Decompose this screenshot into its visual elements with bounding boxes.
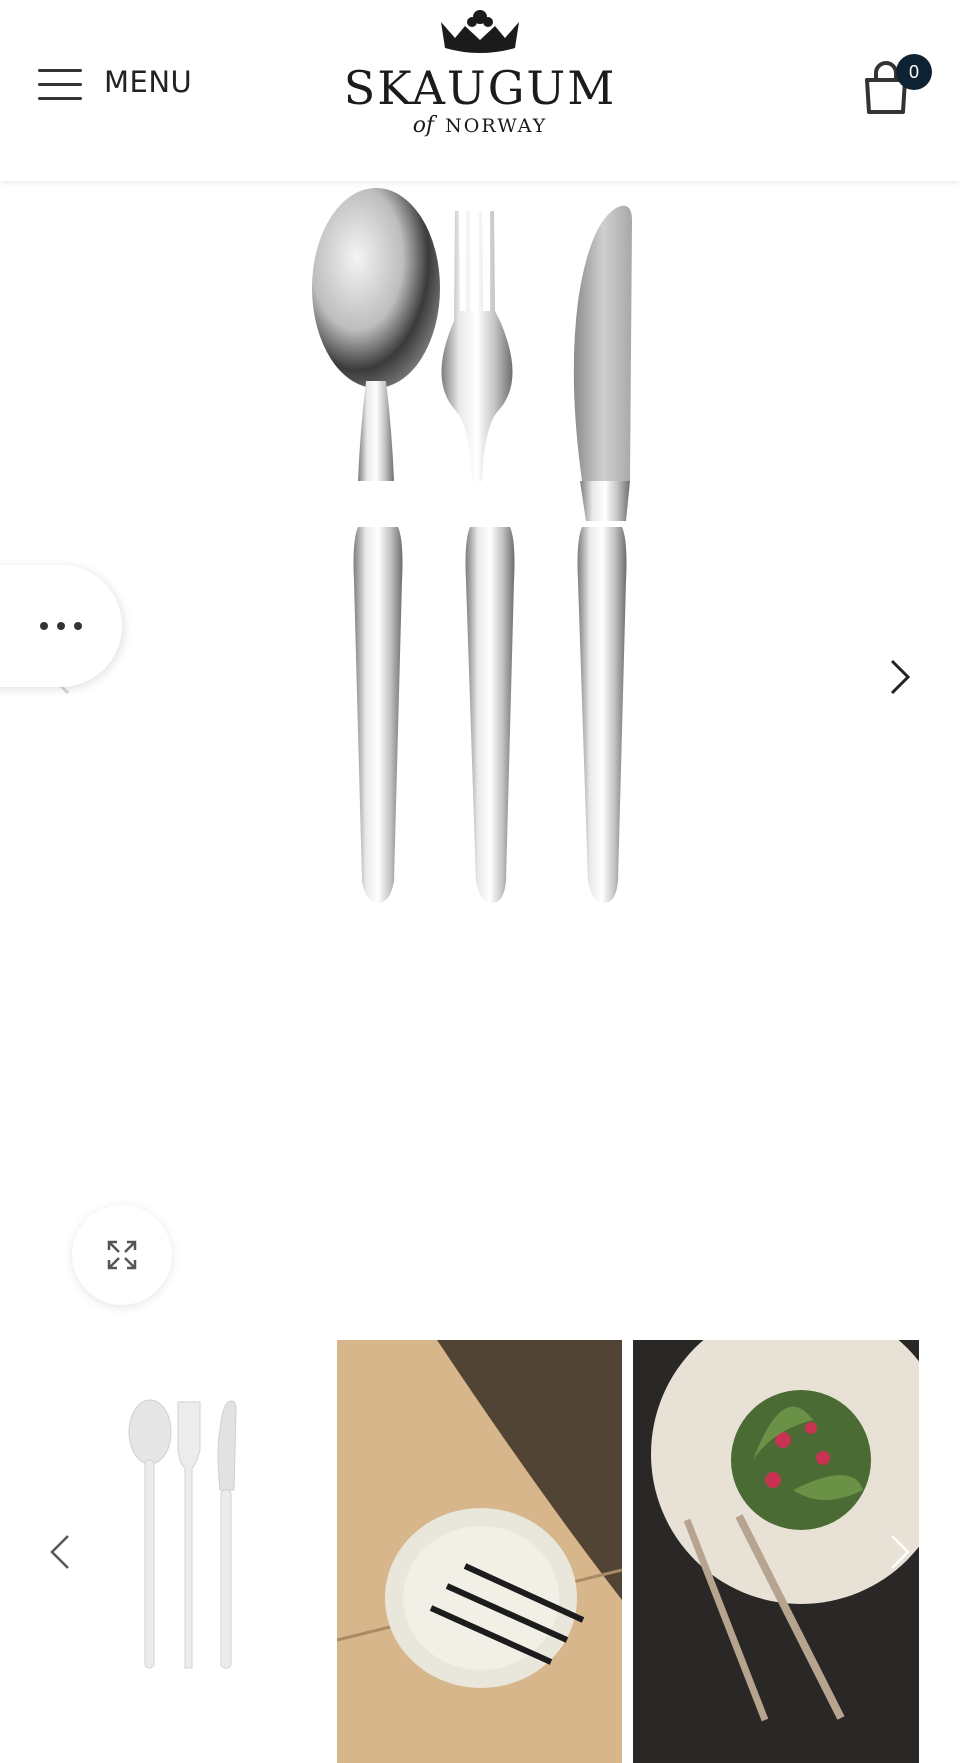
cutlery-set-image	[312, 188, 632, 903]
menu-button[interactable]: MENU	[38, 64, 192, 100]
expand-icon	[107, 1240, 137, 1270]
logo-wordmark: SKAUGUM	[343, 61, 617, 115]
logo-subtitle: of NORWAY	[330, 114, 630, 138]
product-gallery	[0, 181, 960, 1321]
site-header: MENU SKAUGUM of NORWAY 0	[0, 0, 960, 181]
logo-of: of	[412, 113, 435, 138]
chevron-left-icon[interactable]	[40, 1522, 80, 1582]
table-setting-thumbnail-image	[337, 1340, 622, 1763]
thumbnail-1[interactable]	[50, 1340, 335, 1763]
crown-icon	[441, 10, 519, 53]
more-dots-icon	[40, 622, 82, 630]
cart-count-badge: 0	[896, 54, 932, 90]
cutlery-thumbnail-image	[128, 1399, 237, 1669]
expand-image-button[interactable]	[72, 1205, 172, 1305]
brand-logo[interactable]: SKAUGUM of NORWAY	[330, 8, 630, 173]
salad-dish-thumbnail-image	[633, 1340, 919, 1763]
thumbnail-2[interactable]	[337, 1340, 622, 1763]
hamburger-icon	[38, 64, 82, 100]
logo-country: NORWAY	[445, 115, 548, 137]
chevron-right-icon[interactable]	[880, 1522, 920, 1582]
menu-label: MENU	[104, 65, 193, 99]
thumbnail-carousel	[0, 1340, 960, 1763]
more-options-button[interactable]	[0, 565, 122, 687]
chevron-right-icon[interactable]	[880, 647, 920, 707]
thumbnail-3[interactable]	[633, 1340, 919, 1763]
